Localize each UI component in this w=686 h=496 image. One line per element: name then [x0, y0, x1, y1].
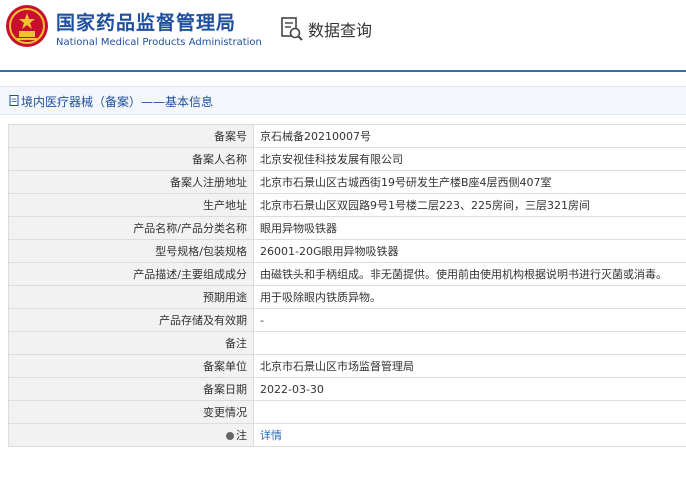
note-value-cell: 详情 — [253, 423, 686, 447]
field-label: 备注 — [8, 331, 254, 355]
record-detail-table: 备案号 京石械备20210007号 备案人名称 北京安视佳科技发展有限公司 备案… — [8, 124, 686, 447]
table-row: 备案单位 北京市石景山区市场监督管理局 — [8, 354, 686, 378]
field-label: 备案日期 — [8, 377, 254, 401]
field-label: 生产地址 — [8, 193, 254, 217]
field-value: 26001-20G眼用异物吸铁器 — [253, 239, 686, 263]
table-row: 变更情况 — [8, 400, 686, 424]
field-label: 产品名称/产品分类名称 — [8, 216, 254, 240]
field-label: 产品存储及有效期 — [8, 308, 254, 332]
breadcrumb-category[interactable]: 境内医疗器械（备案） — [21, 95, 141, 109]
breadcrumb-text: 境内医疗器械（备案）——基本信息 — [21, 93, 213, 110]
table-row: 产品名称/产品分类名称 眼用异物吸铁器 — [8, 216, 686, 240]
bullet-icon — [226, 432, 234, 440]
note-label-cell: 注 — [8, 423, 254, 447]
table-row: 型号规格/包装规格 26001-20G眼用异物吸铁器 — [8, 239, 686, 263]
field-value: 由磁铁头和手柄组成。非无菌提供。使用前由使用机构根据说明书进行灭菌或消毒。 — [253, 262, 686, 286]
data-query-label: 数据查询 — [308, 21, 373, 40]
document-icon — [9, 95, 19, 106]
org-name-en: National Medical Products Administration — [56, 37, 262, 48]
breadcrumb-current: 基本信息 — [165, 95, 214, 109]
table-row: 备案号 京石械备20210007号 — [8, 124, 686, 148]
field-value — [253, 400, 686, 424]
field-value: 2022-03-30 — [253, 377, 686, 401]
note-row: 注 详情 — [8, 423, 686, 447]
table-row: 产品存储及有效期 - — [8, 308, 686, 332]
header-divider — [0, 70, 686, 72]
field-value — [253, 331, 686, 355]
table-row: 备案人注册地址 北京市石景山区古城西街19号研发生产楼B座4层西侧407室 — [8, 170, 686, 194]
table-row: 备注 — [8, 331, 686, 355]
field-label: 备案人注册地址 — [8, 170, 254, 194]
field-label: 备案单位 — [8, 354, 254, 378]
field-label: 产品描述/主要组成成分 — [8, 262, 254, 286]
field-label: 预期用途 — [8, 285, 254, 309]
field-value: 北京安视佳科技发展有限公司 — [253, 147, 686, 171]
field-value: 用于吸除眼内铁质异物。 — [253, 285, 686, 309]
field-label: 备案人名称 — [8, 147, 254, 171]
field-value: 北京市石景山区古城西街19号研发生产楼B座4层西侧407室 — [253, 170, 686, 194]
breadcrumb-separator: —— — [141, 95, 166, 109]
document-search-icon — [281, 17, 303, 41]
org-name-cn: 国家药品监督管理局 — [56, 12, 237, 34]
table-row: 备案人名称 北京安视佳科技发展有限公司 — [8, 147, 686, 171]
breadcrumb: 境内医疗器械（备案）——基本信息 — [0, 86, 686, 115]
table-row: 备案日期 2022-03-30 — [8, 377, 686, 401]
table-row: 预期用途 用于吸除眼内铁质异物。 — [8, 285, 686, 309]
national-emblem-icon — [6, 5, 48, 47]
note-label: 注 — [236, 429, 247, 442]
table-row: 产品描述/主要组成成分 由磁铁头和手柄组成。非无菌提供。使用前由使用机构根据说明… — [8, 262, 686, 286]
details-link[interactable]: 详情 — [260, 429, 282, 442]
data-query-link[interactable]: 数据查询 — [280, 16, 372, 42]
field-label: 变更情况 — [8, 400, 254, 424]
table-row: 生产地址 北京市石景山区双园路9号1号楼二层223、225房间，三层321房间 — [8, 193, 686, 217]
field-label: 备案号 — [8, 124, 254, 148]
field-label: 型号规格/包装规格 — [8, 239, 254, 263]
field-value: 北京市石景山区双园路9号1号楼二层223、225房间，三层321房间 — [253, 193, 686, 217]
field-value: - — [253, 308, 686, 332]
field-value: 京石械备20210007号 — [253, 124, 686, 148]
field-value: 北京市石景山区市场监督管理局 — [253, 354, 686, 378]
site-header: 国家药品监督管理局 National Medical Products Admi… — [0, 0, 686, 70]
field-value: 眼用异物吸铁器 — [253, 216, 686, 240]
